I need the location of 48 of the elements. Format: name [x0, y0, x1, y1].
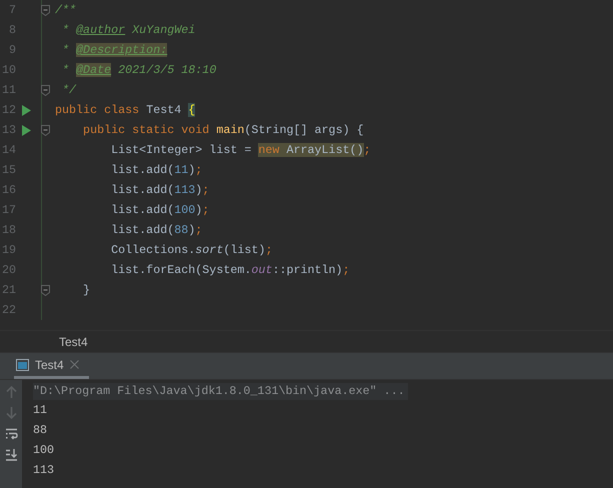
code-line: public static void main(String[] args) {	[82, 123, 364, 137]
console-icon	[16, 358, 29, 370]
code-line: list.add(113);	[110, 183, 210, 197]
code-line: * @Description:	[61, 43, 168, 57]
fold-icon[interactable]	[41, 124, 50, 136]
line-number: 15	[0, 163, 16, 177]
code-line: * @Date 2021/3/5 18:10	[61, 63, 216, 77]
breadcrumb-item[interactable]: Test4	[59, 334, 88, 348]
console-output: 11	[33, 402, 48, 419]
run-icon[interactable]	[22, 104, 31, 116]
run-icon[interactable]	[22, 124, 31, 136]
line-number: 18	[0, 223, 16, 237]
line-number: 9	[8, 43, 16, 57]
fold-icon[interactable]	[41, 4, 50, 16]
code-line: list.add(100);	[110, 203, 210, 217]
line-number: 19	[0, 243, 16, 257]
console-output: 100	[33, 442, 54, 459]
line-number: 22	[0, 303, 16, 317]
soft-wrap-button[interactable]	[4, 428, 18, 440]
tab-label: Test4	[35, 358, 64, 372]
line-number: 14	[0, 143, 16, 157]
line-number: 10	[0, 63, 16, 77]
code-line: Collections.sort(list);	[110, 243, 272, 257]
console-command: "D:\Program Files\Java\jdk1.8.0_131\bin\java.exe" ...	[33, 383, 408, 400]
line-number: 13	[0, 123, 16, 137]
console-output: 88	[33, 422, 48, 439]
code-line: list.add(88);	[110, 223, 202, 237]
close-button[interactable]	[70, 360, 79, 369]
line-number: 16	[0, 183, 16, 197]
fold-icon[interactable]	[41, 284, 50, 296]
line-number: 8	[8, 23, 16, 37]
line-number: 20	[0, 263, 16, 277]
fold-icon[interactable]	[41, 84, 50, 96]
code-line: public class Test4 {	[55, 103, 196, 117]
scroll-to-end-button[interactable]	[4, 449, 18, 461]
code-line: /**	[55, 3, 76, 17]
code-line: List<Integer> list = new ArrayList();	[110, 143, 371, 157]
code-line: * @author XuYangWei	[61, 23, 196, 37]
console-output: 113	[33, 462, 54, 479]
line-number: 17	[0, 203, 16, 217]
line-number: 7	[8, 3, 16, 17]
line-number: 21	[0, 283, 16, 297]
code-line: */	[61, 83, 76, 97]
code-line: }	[82, 283, 90, 297]
code-line: list.add(11);	[110, 163, 202, 177]
code-line: list.forEach(System.out::println);	[110, 263, 350, 277]
line-number: 12	[0, 103, 16, 117]
line-number: 11	[0, 83, 16, 97]
